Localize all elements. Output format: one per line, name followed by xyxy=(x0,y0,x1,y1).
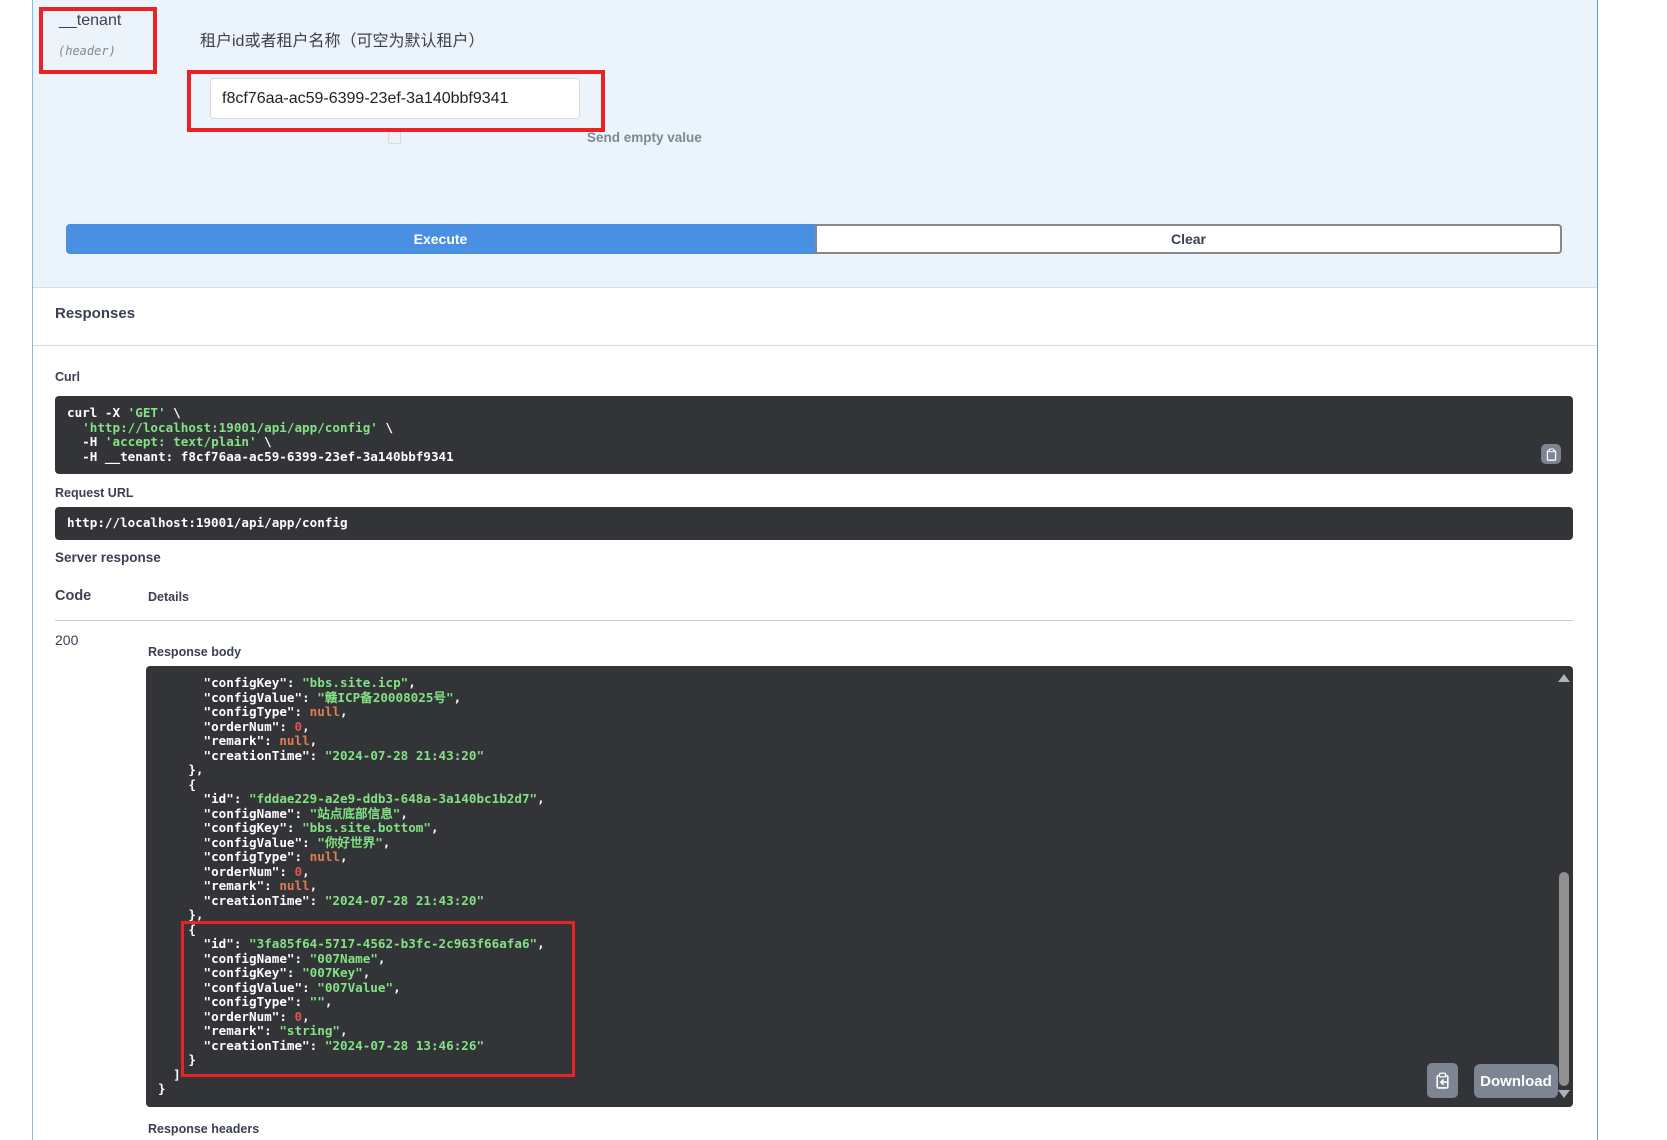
parameter-in: (header) xyxy=(58,44,116,58)
response-body-block: "configKey": "bbs.site.icp", "configValu… xyxy=(146,666,1573,1107)
request-url-block: http://localhost:19001/api/app/config xyxy=(55,507,1573,540)
request-url-label: Request URL xyxy=(55,486,133,500)
server-response-label: Server response xyxy=(55,550,161,565)
response-headers-label: Response headers xyxy=(148,1122,259,1136)
execute-button[interactable]: Execute xyxy=(66,224,815,254)
responses-header-band xyxy=(33,288,1597,346)
parameter-name: __tenant xyxy=(59,12,121,30)
parameter-description: 租户id或者租户名称（可空为默认租户） xyxy=(200,27,484,51)
code-column-header: Code xyxy=(55,588,91,604)
tenant-input[interactable] xyxy=(210,78,580,119)
status-code: 200 xyxy=(55,632,78,648)
send-empty-value-checkbox[interactable] xyxy=(388,131,401,144)
scrollbar-thumb[interactable] xyxy=(1559,872,1569,1086)
curl-command-block: curl -X 'GET' \ 'http://localhost:19001/… xyxy=(55,396,1573,474)
scrollbar-up-arrow[interactable] xyxy=(1558,674,1570,682)
details-column-header: Details xyxy=(148,590,189,604)
responses-title: Responses xyxy=(55,305,135,322)
clipboard-arrow-icon xyxy=(1434,1072,1451,1089)
response-copy-button[interactable] xyxy=(1427,1063,1458,1098)
curl-copy-button[interactable] xyxy=(1541,444,1561,464)
send-empty-value-label: Send empty value xyxy=(587,130,702,145)
swagger-operation-page: __tenant (header) 租户id或者租户名称（可空为默认租户） Se… xyxy=(0,0,1667,1140)
response-body-label: Response body xyxy=(148,645,241,659)
curl-label: Curl xyxy=(55,370,80,384)
scrollbar-down-arrow[interactable] xyxy=(1558,1090,1570,1098)
clipboard-icon xyxy=(1545,448,1558,461)
table-header-divider xyxy=(55,620,1573,621)
request-url-value: http://localhost:19001/api/app/config xyxy=(67,516,1561,530)
download-button[interactable]: Download xyxy=(1474,1064,1558,1098)
clear-button[interactable]: Clear xyxy=(815,224,1562,254)
